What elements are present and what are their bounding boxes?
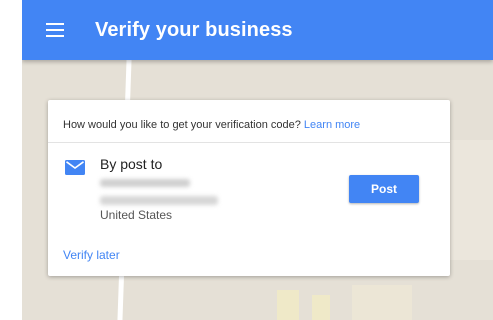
- post-option-title: By post to: [100, 156, 163, 172]
- menu-icon[interactable]: [46, 23, 64, 37]
- verify-later-link[interactable]: Verify later: [63, 248, 120, 262]
- map-block: [352, 285, 412, 320]
- blurred-address-line: [100, 179, 190, 187]
- app-title: Verify your business: [95, 18, 293, 41]
- card-divider: [48, 142, 450, 143]
- app-bar: Verify your business: [22, 0, 493, 60]
- question-text: How would you like to get your verificat…: [63, 119, 301, 131]
- post-button[interactable]: Post: [349, 175, 419, 203]
- verification-question: How would you like to get your verificat…: [63, 119, 360, 131]
- blurred-address-line: [100, 196, 218, 205]
- learn-more-link[interactable]: Learn more: [304, 119, 360, 131]
- map-block: [312, 295, 330, 320]
- verification-card: How would you like to get your verificat…: [48, 100, 450, 276]
- mail-icon: [65, 160, 85, 175]
- map-block: [277, 290, 299, 320]
- address-country: United States: [100, 208, 173, 222]
